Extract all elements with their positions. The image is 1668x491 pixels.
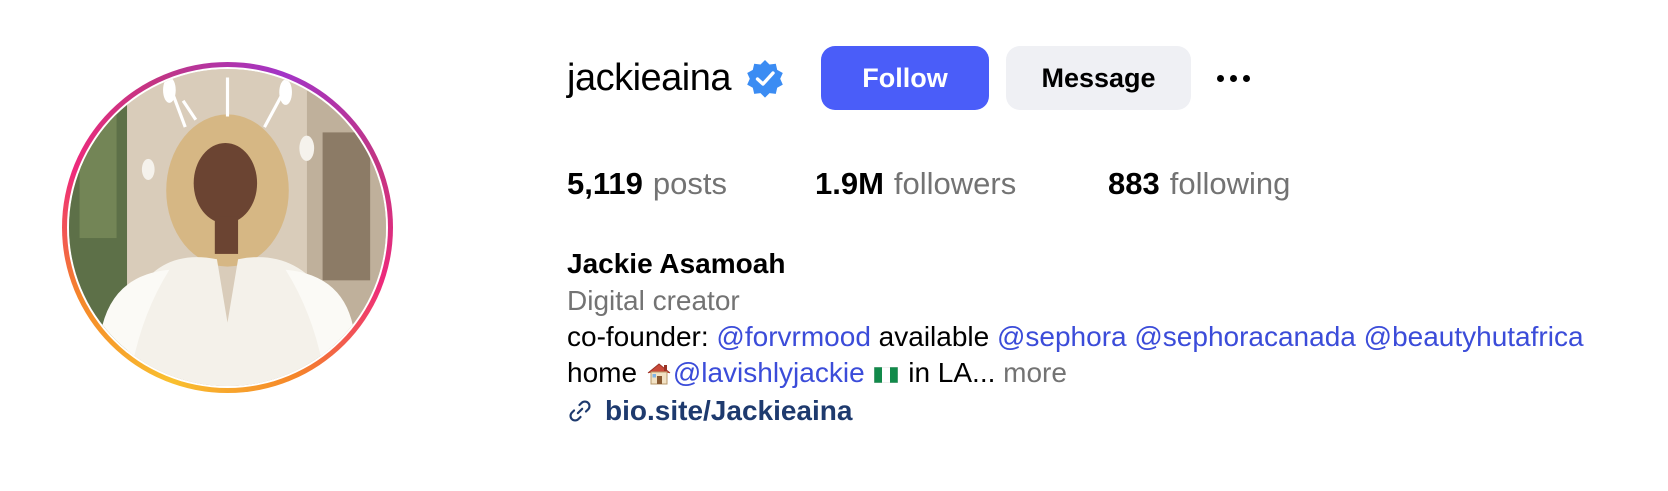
profile-header: jackieaina Follow Message bbox=[567, 45, 1250, 111]
bio-link-text[interactable]: bio.site/Jackieaina bbox=[605, 395, 852, 427]
full-name: Jackie Asamoah bbox=[567, 248, 786, 279]
verified-badge-icon bbox=[745, 58, 785, 98]
followers-label: followers bbox=[893, 166, 1017, 201]
username: jackieaina bbox=[567, 56, 732, 99]
profile-avatar[interactable] bbox=[69, 69, 386, 386]
mention-link-lavishlyjackie[interactable]: @lavishlyjackie bbox=[673, 357, 865, 388]
profile-stats: 5,119 posts 1.9M followers 883 following bbox=[567, 166, 1290, 202]
follow-button[interactable]: Follow bbox=[821, 46, 989, 110]
profile-category: Digital creator bbox=[567, 285, 740, 316]
bio-more-button[interactable]: more bbox=[1003, 357, 1067, 388]
bio-text: co-founder: bbox=[567, 321, 717, 352]
following-label: following bbox=[1169, 166, 1291, 201]
mention-link-forvrmood[interactable]: @forvrmood bbox=[716, 321, 870, 352]
message-button[interactable]: Message bbox=[1006, 46, 1191, 110]
bio-link[interactable]: bio.site/Jackieaina bbox=[567, 395, 852, 427]
more-options-icon[interactable] bbox=[1217, 46, 1250, 110]
avatar-photo bbox=[69, 69, 386, 386]
following-stat[interactable]: 883 following bbox=[1108, 166, 1290, 202]
posts-stat[interactable]: 5,119 posts bbox=[567, 166, 815, 202]
followers-count: 1.9M bbox=[815, 166, 884, 201]
followers-stat[interactable]: 1.9M followers bbox=[815, 166, 1108, 202]
posts-label: posts bbox=[652, 166, 727, 201]
bio-text: home bbox=[567, 357, 645, 388]
house-emoji-icon bbox=[647, 363, 671, 385]
posts-count: 5,119 bbox=[567, 166, 643, 201]
bio-line-1: co-founder: @forvrmood available @sephor… bbox=[567, 321, 1584, 353]
mention-link-sephoracanada[interactable]: @sephoracanada bbox=[1134, 321, 1355, 352]
link-icon bbox=[569, 400, 591, 422]
bio-text: in LA... bbox=[900, 357, 1004, 388]
bio-line-2: home @lavishlyjackie in LA... more bbox=[567, 357, 1067, 389]
bio-text: available bbox=[870, 321, 997, 352]
mention-link-sephora[interactable]: @sephora bbox=[997, 321, 1127, 352]
mention-link-beautyhutafrica[interactable]: @beautyhutafrica bbox=[1364, 321, 1584, 352]
following-count: 883 bbox=[1108, 166, 1160, 201]
profile-avatar-ring[interactable] bbox=[62, 62, 393, 393]
nigeria-flag-icon bbox=[874, 367, 899, 383]
